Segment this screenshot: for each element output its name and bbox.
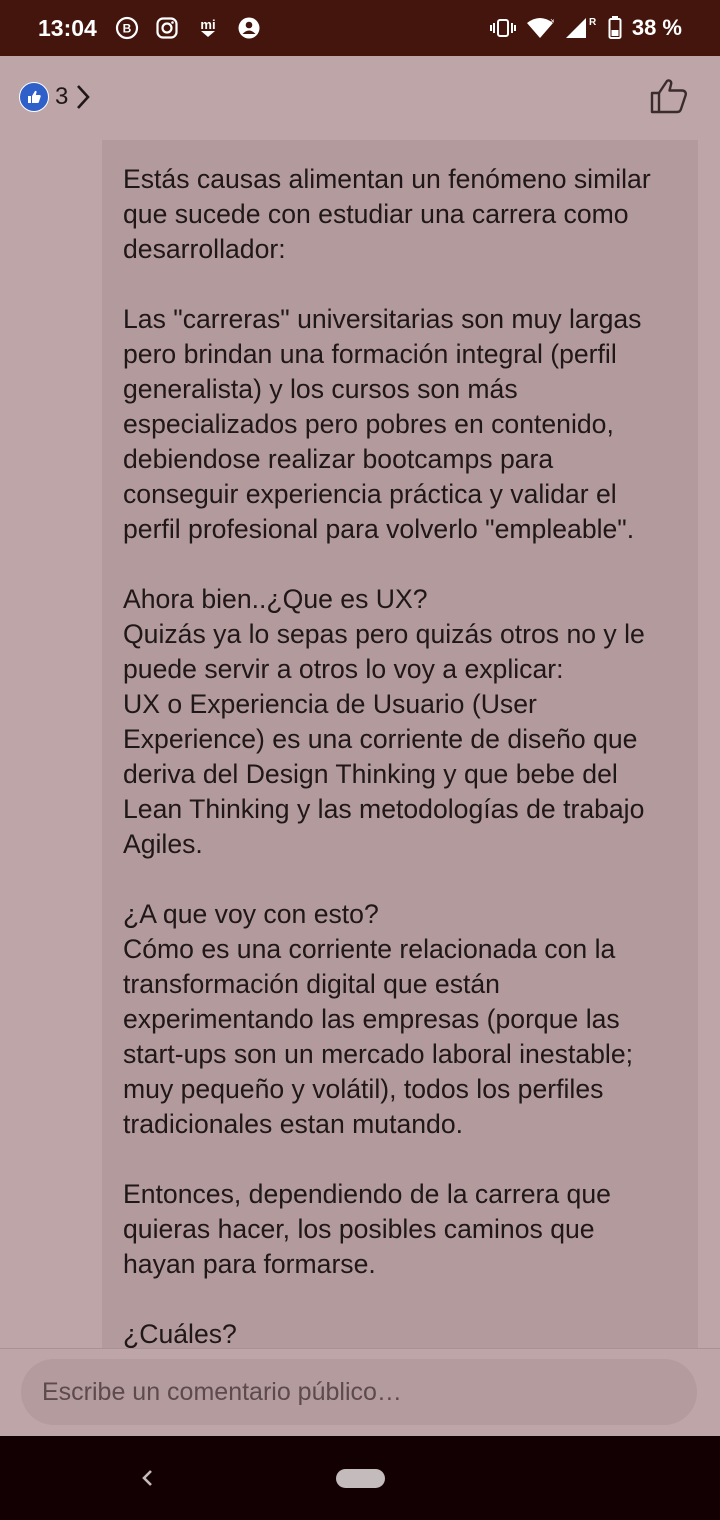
signal-icon: R (564, 16, 598, 40)
status-time: 13:04 (38, 14, 97, 41)
text-line: UX o Experiencia de Usuario (User (123, 689, 537, 719)
battery-icon (608, 16, 622, 40)
text-line: perfil profesional para volverlo "emplea… (123, 514, 635, 544)
text-line: start-ups son un mercado laboral inestab… (123, 1039, 633, 1069)
comment-paragraph: ¿A que voy con esto? Cómo es una corrien… (123, 897, 678, 1142)
svg-text:R: R (589, 17, 597, 28)
text-line: muy pequeño y volátil), todos los perfil… (123, 1074, 604, 1104)
svg-text:mi: mi (200, 17, 215, 32)
text-line: Entonces, dependiendo de la carrera que (123, 1179, 611, 1209)
text-line: deriva del Design Thinking y que bebe de… (123, 759, 618, 789)
text-line: tradicionales estan mutando. (123, 1109, 464, 1139)
text-line: Experience) es una corriente de diseño q… (123, 724, 638, 754)
comment-composer (0, 1348, 720, 1437)
back-chevron-icon[interactable] (136, 1464, 158, 1492)
text-line: que sucede con estudiar una carrera como (123, 199, 629, 229)
text-line: pero brindan una formación integral (per… (123, 339, 617, 369)
comment-paragraph: Las "carreras" universitarias son muy la… (123, 302, 678, 547)
text-line: hayan para formarse. (123, 1249, 376, 1279)
text-line: generalista) y los cursos son más (123, 374, 518, 404)
reaction-summary[interactable]: 3 (19, 82, 92, 112)
text-line: experimentando las empresas (porque las (123, 1004, 620, 1034)
comment-input[interactable] (21, 1359, 697, 1425)
comment-paragraph: ¿Cuáles? (123, 1317, 678, 1348)
system-icons: × R 38 % (489, 15, 682, 41)
reaction-count: 3 (55, 83, 69, 110)
text-line: conseguir experiencia práctica y validar… (123, 479, 617, 509)
text-line: Lean Thinking y las metodologías de trab… (123, 794, 645, 824)
text-line: ¿A que voy con esto? (123, 899, 379, 929)
text-line: transformación digital que están (123, 969, 500, 999)
text-line: debiendose realizar bootcamps para (123, 444, 554, 474)
b-circle-icon: B (115, 16, 139, 40)
svg-text:B: B (122, 22, 131, 36)
chevron-right-icon (74, 83, 92, 111)
wifi-icon: × (526, 17, 554, 39)
home-pill[interactable] (336, 1469, 385, 1488)
mi-icon: mi (195, 16, 221, 40)
text-line: Ahora bien..¿Que es UX? (123, 584, 428, 614)
text-line: especializados pero pobres en contenido, (123, 409, 614, 439)
comment-paragraph: Estás causas alimentan un fenómeno simil… (123, 162, 678, 267)
text-line: Cómo es una corriente relacionada con la (123, 934, 616, 964)
comment-header: 3 (0, 56, 720, 140)
like-button-icon[interactable] (650, 78, 688, 114)
comment-bubble: Estás causas alimentan un fenómeno simil… (102, 140, 698, 1348)
comment-paragraph: Ahora bien..¿Que es UX? Quizás ya lo sep… (123, 582, 678, 862)
text-line: Estás causas alimentan un fenómeno simil… (123, 164, 651, 194)
text-line: desarrollador: (123, 234, 286, 264)
vibrate-icon (489, 17, 516, 39)
text-line: puede servir a otros lo voy a explicar: (123, 654, 564, 684)
status-bar: 13:04 B mi × R 38 % (0, 0, 720, 56)
text-line: quieras hacer, los posibles caminos que (123, 1214, 595, 1244)
text-line: Las "carreras" universitarias son muy la… (123, 304, 642, 334)
instagram-icon (155, 16, 179, 40)
battery-percent: 38 % (631, 15, 682, 40)
svg-text:×: × (550, 17, 554, 26)
text-line: ¿Cuáles? (123, 1319, 237, 1348)
text-line: Agiles. (123, 829, 203, 859)
messenger-icon (237, 16, 261, 40)
comment-text: Estás causas alimentan un fenómeno simil… (102, 140, 698, 1348)
notification-icons: B mi (115, 16, 261, 40)
comment-paragraph: Entonces, dependiendo de la carrera que … (123, 1177, 678, 1282)
like-reaction-icon (19, 82, 49, 112)
text-line: Quizás ya lo sepas pero quizás otros no … (123, 619, 645, 649)
